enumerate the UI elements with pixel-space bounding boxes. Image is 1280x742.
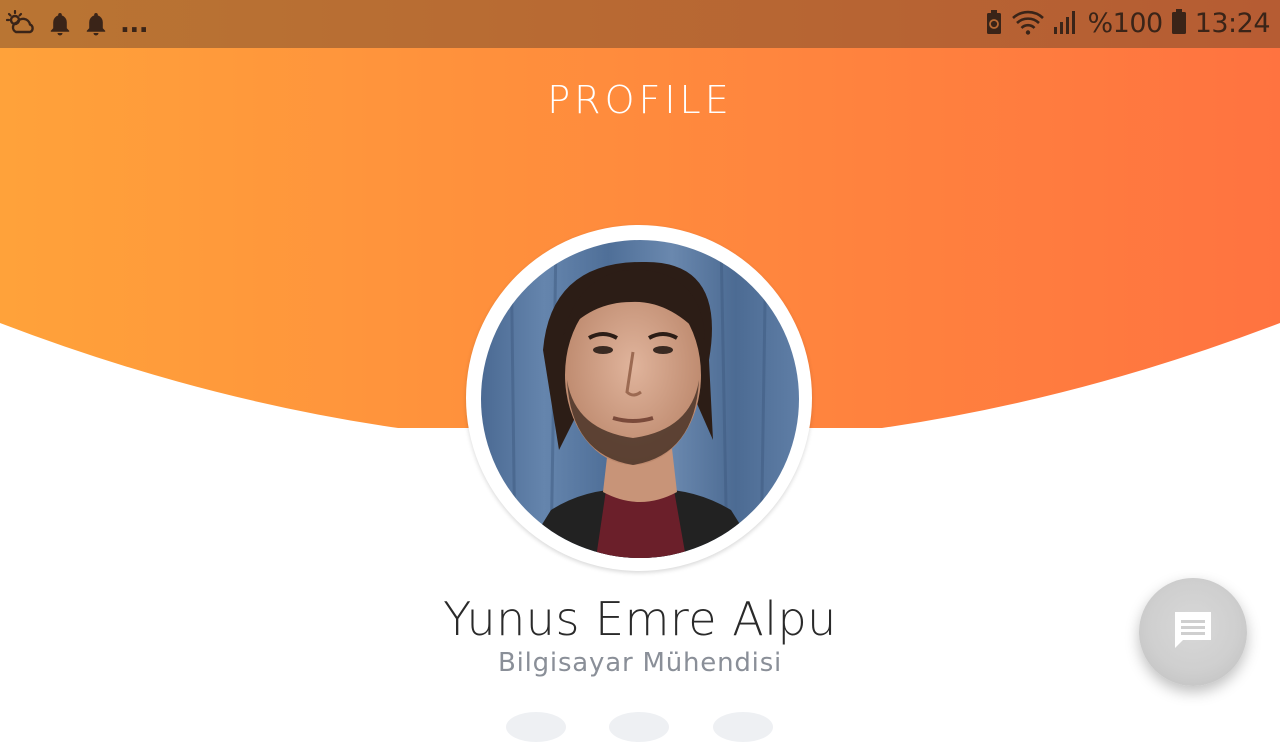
social-button[interactable] (506, 712, 566, 742)
battery-icon (1171, 8, 1187, 40)
status-bar: ... %100 13:24 (0, 0, 1280, 48)
battery-saver-icon (985, 8, 1003, 40)
bell-icon (84, 10, 108, 42)
wifi-icon (1011, 8, 1045, 40)
battery-percent: %100 (1087, 8, 1163, 39)
profile-name: Yunus Emre Alpu (443, 592, 837, 646)
signal-icon (1053, 8, 1079, 40)
social-button[interactable] (609, 712, 669, 742)
bell-icon (48, 10, 72, 42)
avatar[interactable] (481, 240, 799, 558)
weather-icon (5, 9, 36, 42)
social-button[interactable] (713, 712, 773, 742)
clock: 13:24 (1194, 8, 1271, 39)
status-bar-left: ... (5, 9, 149, 42)
more-dots-icon: ... (120, 9, 149, 39)
profile-role: Bilgisayar Mühendisi (497, 648, 783, 678)
chat-icon (1171, 608, 1215, 656)
status-bar-right: %100 13:24 (985, 8, 1271, 40)
chat-button[interactable] (1139, 578, 1247, 686)
page-title: PROFILE (547, 78, 733, 122)
